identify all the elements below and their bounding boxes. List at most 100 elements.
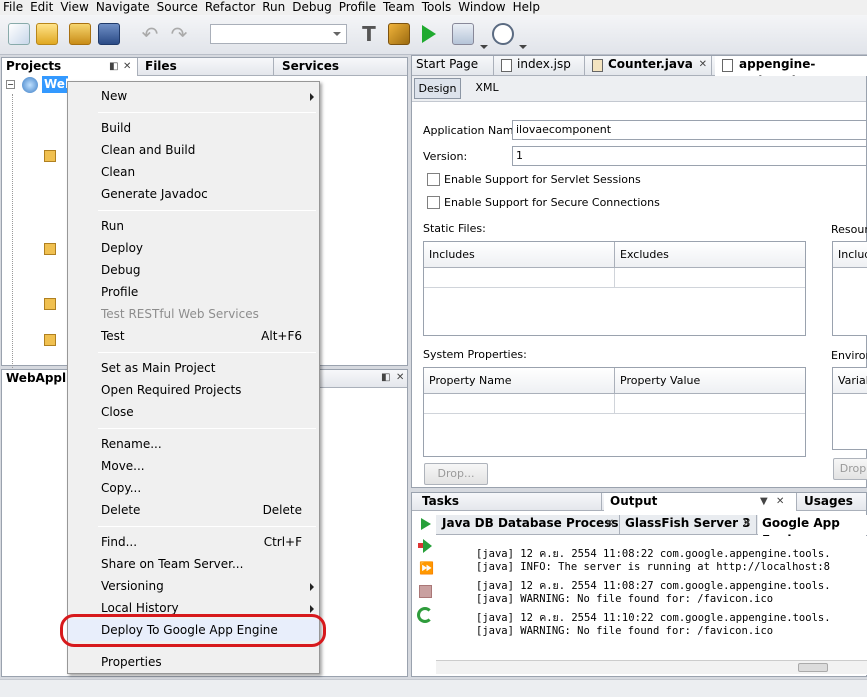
close-icon[interactable]: ✕ [396,372,404,383]
tab-index-jsp[interactable]: index.jsp [497,56,585,76]
menu-debug[interactable]: Debug [289,0,335,15]
app-name-field[interactable]: ilovaecomponent [512,120,867,140]
menu-item-close[interactable]: Close [68,401,319,423]
tree-root-label[interactable]: WebApp [42,76,68,93]
menu-item-test[interactable]: Test Alt+F6 [68,325,319,347]
menu-item-clean-and-build[interactable]: Clean and Build [68,139,319,161]
variables-header[interactable]: Variab [833,368,867,394]
table-row[interactable] [424,268,805,288]
menu-item-deploy[interactable]: Deploy [68,237,319,259]
menu-item-set-as-main-project[interactable]: Set as Main Project [68,357,319,379]
debug-icon[interactable] [452,23,474,45]
menu-help[interactable]: Help [510,0,544,15]
excludes-header[interactable]: Excludes [615,242,805,268]
property-value-header[interactable]: Property Value [615,368,805,394]
redo-icon[interactable]: ↷ [168,23,190,45]
tree-expander-icon[interactable]: − [6,80,15,89]
menu-tools[interactable]: Tools [419,0,456,15]
tab-files[interactable]: Files [141,58,274,76]
debug-dropdown-icon[interactable] [480,45,488,53]
menu-view[interactable]: View [57,0,92,15]
minimize-icon[interactable]: ◧ [109,58,118,75]
menu-item-new[interactable]: New [68,85,319,107]
menu-item-rename[interactable]: Rename... [68,433,319,455]
tab-usages[interactable]: Usages [798,493,867,511]
menu-item-versioning[interactable]: Versioning [68,575,319,597]
secure-connections-checkbox[interactable] [427,196,440,209]
menu-item-clean[interactable]: Clean [68,161,319,183]
menu-source[interactable]: Source [154,0,202,15]
menu-edit[interactable]: Edit [27,0,57,15]
static-files-table[interactable]: Includes Excludes [423,241,806,336]
fast-forward-icon[interactable]: ⏩ [419,561,434,575]
environment-table[interactable]: Variab [832,367,867,450]
menu-refactor[interactable]: Refactor [202,0,259,15]
menu-window[interactable]: Window [455,0,509,15]
includes-header[interactable]: Includes [424,242,615,268]
minimize-icon[interactable]: ▼ [760,493,768,510]
tab-output[interactable]: Output ▼ ✕ [604,493,797,511]
menu-profile[interactable]: Profile [336,0,380,15]
open-project-icon[interactable] [69,23,91,45]
minimize-icon[interactable]: ◧ [381,372,390,383]
servlet-sessions-checkbox[interactable] [427,173,440,186]
drop-button-right[interactable]: Drop [833,458,867,480]
tab-appengine-web-xml[interactable]: appengine-web.xml [715,56,867,88]
configuration-combo[interactable] [210,24,347,44]
menu-item-move[interactable]: Move... [68,455,319,477]
menu-item-profile[interactable]: Profile [68,281,319,303]
menu-run[interactable]: Run [259,0,289,15]
tab-projects[interactable]: Projects ◧ ✕ [2,58,138,76]
new-file-icon[interactable] [8,23,30,45]
tab-start-page[interactable]: Start Page [412,56,494,76]
design-toggle[interactable]: Design [414,78,461,99]
clean-build-icon[interactable] [388,23,410,45]
menu-item-share-on-team-server[interactable]: Share on Team Server... [68,553,319,575]
menu-item-copy[interactable]: Copy... [68,477,319,499]
resources-table[interactable]: Includ [832,241,867,336]
run-icon[interactable] [422,25,436,43]
tab-tasks[interactable]: Tasks [412,493,602,511]
version-field[interactable]: 1 [512,146,867,166]
tab-java-db[interactable]: Java DB Database Process ✕ [436,515,620,535]
save-all-icon[interactable] [98,23,120,45]
menu-team[interactable]: Team [380,0,419,15]
drop-button[interactable]: Drop... [424,463,488,485]
close-icon[interactable]: ✕ [743,515,751,532]
build-hammer-icon[interactable]: T [358,23,380,45]
close-icon[interactable]: ✕ [123,58,131,75]
tab-google-app-engine[interactable]: Google App Engine [758,515,867,547]
tab-services[interactable]: Services [278,58,408,76]
undo-icon[interactable]: ↶ [139,23,161,45]
refresh-icon[interactable] [417,607,433,623]
menu-item-generate-javadoc[interactable]: Generate Javadoc [68,183,319,205]
menu-item-test-restful-web-services[interactable]: Test RESTful Web Services [68,303,319,325]
close-icon[interactable]: ✕ [776,493,784,510]
menu-item-find[interactable]: Find... Ctrl+F [68,531,319,553]
stop-icon[interactable] [419,585,432,598]
table-row[interactable] [424,394,805,414]
property-name-header[interactable]: Property Name [424,368,615,394]
rerun-with-params-icon[interactable] [418,539,432,553]
menu-item-properties[interactable]: Properties [68,651,319,673]
tab-navigator[interactable]: WebApplic [2,370,77,388]
close-icon[interactable]: ✕ [699,56,707,73]
system-properties-table[interactable]: Property Name Property Value [423,367,806,457]
xml-toggle[interactable]: XML [472,78,502,99]
profile-icon[interactable] [492,23,514,45]
menu-item-open-required-projects[interactable]: Open Required Projects [68,379,319,401]
menu-navigate[interactable]: Navigate [93,0,154,15]
tab-glassfish[interactable]: GlassFish Server 3 ✕ [621,515,757,535]
scrollbar-thumb[interactable] [798,663,828,672]
menu-item-debug[interactable]: Debug [68,259,319,281]
resources-includes-header[interactable]: Includ [833,242,867,268]
menu-item-delete[interactable]: Delete Delete [68,499,319,521]
rerun-icon[interactable] [421,518,431,530]
tab-counter-java[interactable]: Counter.java ✕ [588,56,712,76]
new-project-icon[interactable] [36,23,58,45]
menu-item-run[interactable]: Run [68,215,319,237]
menu-file[interactable]: File [0,0,27,15]
menu-item-build[interactable]: Build [68,117,319,139]
close-icon[interactable]: ✕ [606,515,614,532]
horizontal-scrollbar[interactable] [436,660,867,674]
